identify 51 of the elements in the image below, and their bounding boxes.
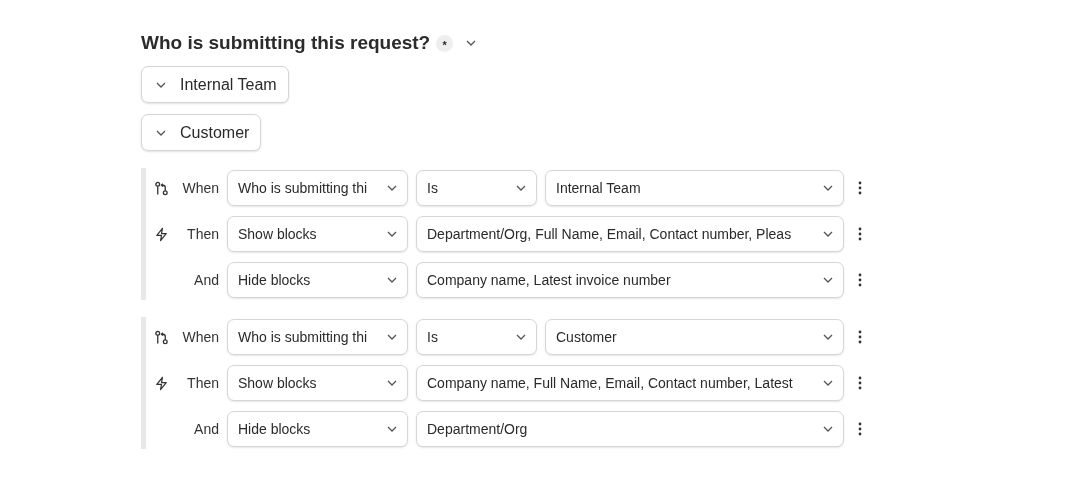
rule-label: Then bbox=[187, 226, 219, 242]
chevron-down-icon bbox=[387, 277, 397, 283]
chevron-down-icon bbox=[823, 185, 833, 191]
select-dropdown[interactable]: Show blocks bbox=[227, 216, 408, 252]
select-dropdown[interactable]: Internal Team bbox=[545, 170, 844, 206]
rule-label: And bbox=[194, 272, 219, 288]
more-options-icon[interactable] bbox=[858, 422, 862, 436]
chevron-down-icon bbox=[387, 426, 397, 432]
chevron-down-icon bbox=[823, 380, 833, 386]
lightning-icon bbox=[154, 226, 169, 242]
chevron-down-icon bbox=[156, 81, 166, 88]
branch-icon bbox=[154, 329, 169, 345]
chevron-down-icon bbox=[387, 231, 397, 237]
chevron-down-icon bbox=[823, 231, 833, 237]
select-dropdown[interactable]: Hide blocks bbox=[227, 262, 408, 298]
chevron-down-icon bbox=[387, 380, 397, 386]
select-dropdown[interactable]: Is bbox=[416, 319, 537, 355]
more-options-icon[interactable] bbox=[858, 181, 862, 195]
lightning-icon bbox=[154, 375, 169, 391]
more-options-icon[interactable] bbox=[858, 227, 862, 241]
chevron-down-icon bbox=[516, 334, 526, 340]
rule-label: When bbox=[182, 329, 219, 345]
question-title: Who is submitting this request? bbox=[141, 32, 431, 54]
more-options-icon[interactable] bbox=[858, 330, 862, 344]
more-options-icon[interactable] bbox=[858, 273, 862, 287]
chevron-down-icon bbox=[823, 334, 833, 340]
chevron-down-icon bbox=[823, 426, 833, 432]
rule-label: And bbox=[194, 421, 219, 437]
select-dropdown[interactable]: Who is submitting thi bbox=[227, 319, 408, 355]
chevron-down-icon bbox=[387, 185, 397, 191]
chevron-down-icon bbox=[156, 129, 166, 136]
select-dropdown[interactable]: Is bbox=[416, 170, 537, 206]
select-dropdown[interactable]: Department/Org bbox=[416, 411, 844, 447]
select-dropdown[interactable]: Customer bbox=[545, 319, 844, 355]
select-dropdown[interactable]: Department/Org, Full Name, Email, Contact number, Pleas bbox=[416, 216, 844, 252]
chevron-down-icon[interactable] bbox=[466, 40, 477, 46]
more-options-icon[interactable] bbox=[858, 376, 862, 390]
chevron-down-icon bbox=[387, 334, 397, 340]
chevron-down-icon bbox=[516, 185, 526, 191]
rule-label: When bbox=[182, 180, 219, 196]
select-dropdown[interactable]: Hide blocks bbox=[227, 411, 408, 447]
required-badge: * bbox=[436, 34, 454, 52]
select-dropdown[interactable]: Company name, Latest invoice number bbox=[416, 262, 844, 298]
chevron-down-icon bbox=[823, 277, 833, 283]
rule-label: Then bbox=[187, 375, 219, 391]
select-dropdown[interactable]: Show blocks bbox=[227, 365, 408, 401]
select-dropdown[interactable]: Company name, Full Name, Email, Contact number, Latest bbox=[416, 365, 844, 401]
option-toggle[interactable]: Internal Team bbox=[141, 66, 289, 103]
select-dropdown[interactable]: Who is submitting thi bbox=[227, 170, 408, 206]
option-toggle[interactable]: Customer bbox=[141, 114, 262, 151]
branch-icon bbox=[154, 180, 169, 196]
